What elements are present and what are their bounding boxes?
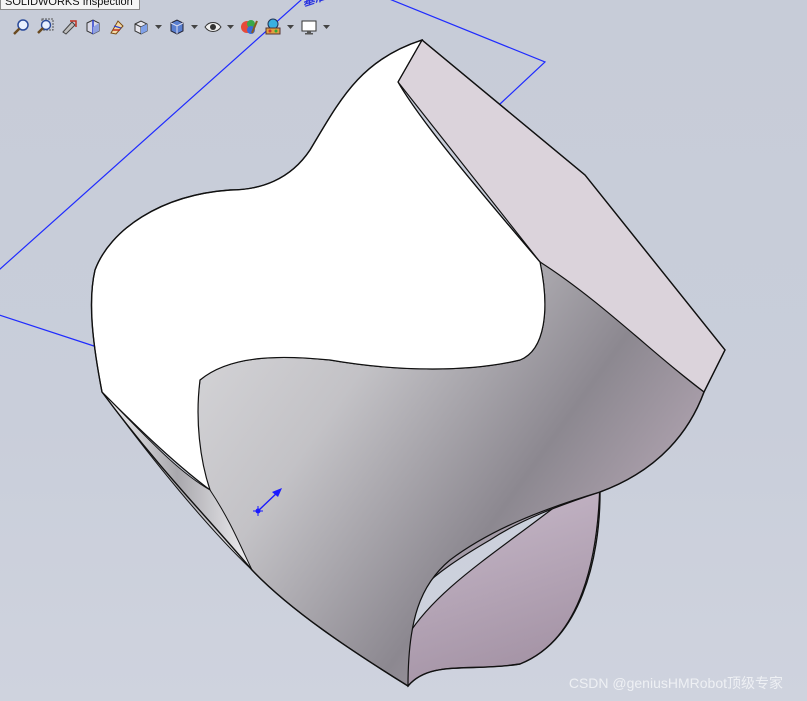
section-view-icon[interactable] (82, 16, 104, 38)
window-tab-label[interactable]: SOLIDWORKS Inspection (0, 0, 140, 10)
chevron-down-icon[interactable] (286, 16, 294, 38)
chevron-down-icon[interactable] (190, 16, 198, 38)
edit-appearance-icon[interactable] (238, 16, 260, 38)
chevron-down-icon[interactable] (322, 16, 330, 38)
reference-plane-outline-left (0, 314, 101, 349)
heads-up-view-toolbar (10, 15, 332, 39)
graphics-area[interactable]: 基准面1 (0, 0, 807, 701)
apply-scene-icon[interactable] (262, 16, 284, 38)
zoom-to-area-icon[interactable] (34, 16, 56, 38)
view-orientation-icon[interactable] (130, 16, 152, 38)
previous-view-icon[interactable] (58, 16, 80, 38)
hide-show-items-icon[interactable] (202, 16, 224, 38)
display-style-icon[interactable] (166, 16, 188, 38)
chevron-down-icon[interactable] (226, 16, 234, 38)
model-canvas[interactable] (0, 0, 807, 701)
watermark-text: CSDN @geniusHMRobot顶级专家 (568, 675, 783, 691)
zoom-to-fit-icon[interactable] (10, 16, 32, 38)
dynamic-annotation-views-icon[interactable] (106, 16, 128, 38)
chevron-down-icon[interactable] (154, 16, 162, 38)
view-settings-icon[interactable] (298, 16, 320, 38)
